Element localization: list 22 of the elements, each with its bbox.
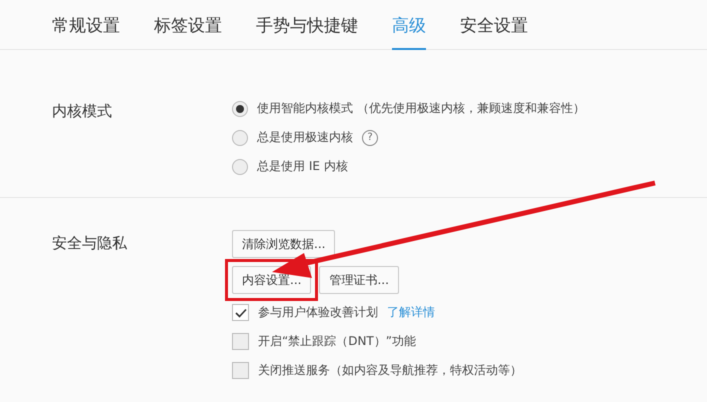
radio-label: 总是使用极速内核 [257,129,353,146]
tab[interactable]: 安全设置 [460,0,528,50]
tab[interactable]: 常规设置 [52,0,120,50]
checkbox[interactable] [232,362,249,379]
help-icon[interactable]: ? [362,130,378,146]
checkbox[interactable] [232,304,249,321]
checkbox-label: 参与用户体验改善计划 [258,304,378,321]
settings-button[interactable]: 管理证书... [319,266,399,294]
radio-label: 总是使用 IE 内核 [257,158,348,175]
checkbox[interactable] [232,333,249,350]
settings-button[interactable]: 清除浏览数据... [232,230,336,258]
section-title: 安全与隐私 [52,233,128,254]
section-title: 内核模式 [52,101,113,122]
radio-button[interactable] [232,130,248,146]
radio-label: 使用智能内核模式 （优先使用极速内核，兼顾速度和兼容性） [257,100,585,117]
checkbox-label: 关闭推送服务（如内容及导航推荐，特权活动等） [258,362,522,379]
checkbox-label: 开启“禁止跟踪（DNT）”功能 [258,333,416,350]
radio-button[interactable] [232,100,248,116]
tab[interactable]: 标签设置 [154,0,222,50]
tab[interactable]: 手势与快捷键 [256,0,358,50]
check-icon [234,308,246,318]
radio-button[interactable] [232,158,248,174]
